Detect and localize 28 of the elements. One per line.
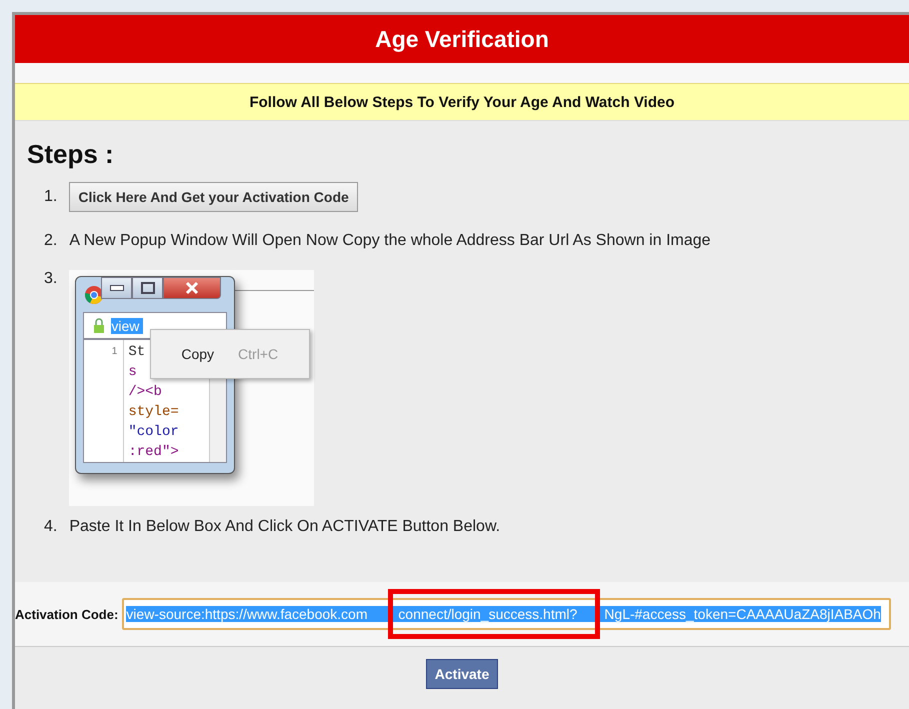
line-number: 1	[84, 340, 124, 462]
step-number: 1.	[44, 188, 58, 206]
menu-item[interactable]: Copy	[181, 346, 214, 362]
code-line: St	[128, 343, 146, 362]
activation-code-field[interactable]: view-source:https://www.facebook.com connect/login_success.html? NgL-#access_token=CAAAAUaZA8jIABAOh	[122, 598, 891, 630]
code-line: style=	[128, 403, 179, 422]
step-number: 4.	[44, 518, 58, 536]
browser-logo-icon	[84, 285, 104, 305]
activation-label: Activation Code:	[15, 606, 118, 622]
close-icon[interactable]	[163, 277, 222, 299]
step-number: 3.	[44, 270, 58, 288]
code-line: "color	[128, 423, 179, 442]
maximize-icon[interactable]	[132, 277, 164, 299]
step-text: Paste It In Below Box And Click On ACTIVATE Button Below.	[69, 518, 500, 536]
shortcut-text: Ctrl+C	[238, 346, 278, 362]
steps-heading: Steps :	[27, 139, 115, 170]
minimize-icon[interactable]	[101, 277, 132, 299]
address-text: view	[111, 318, 144, 334]
step-number: 2.	[44, 232, 58, 250]
activate-button[interactable]: Activate	[426, 659, 498, 689]
notice-text: Follow All Below Steps To Verify Your Age And Watch Video	[249, 94, 675, 110]
lock-icon	[93, 318, 106, 334]
code-line: s	[128, 363, 137, 382]
page-title: Age Verification	[375, 26, 549, 52]
get-code-button[interactable]: Click Here And Get your Activation Code	[69, 182, 358, 212]
code-line: /><b	[128, 383, 162, 402]
step-text: A New Popup Window Will Open Now Copy the whole Address Bar Url As Shown in Image	[69, 232, 711, 250]
code-line: :red">	[128, 443, 179, 462]
